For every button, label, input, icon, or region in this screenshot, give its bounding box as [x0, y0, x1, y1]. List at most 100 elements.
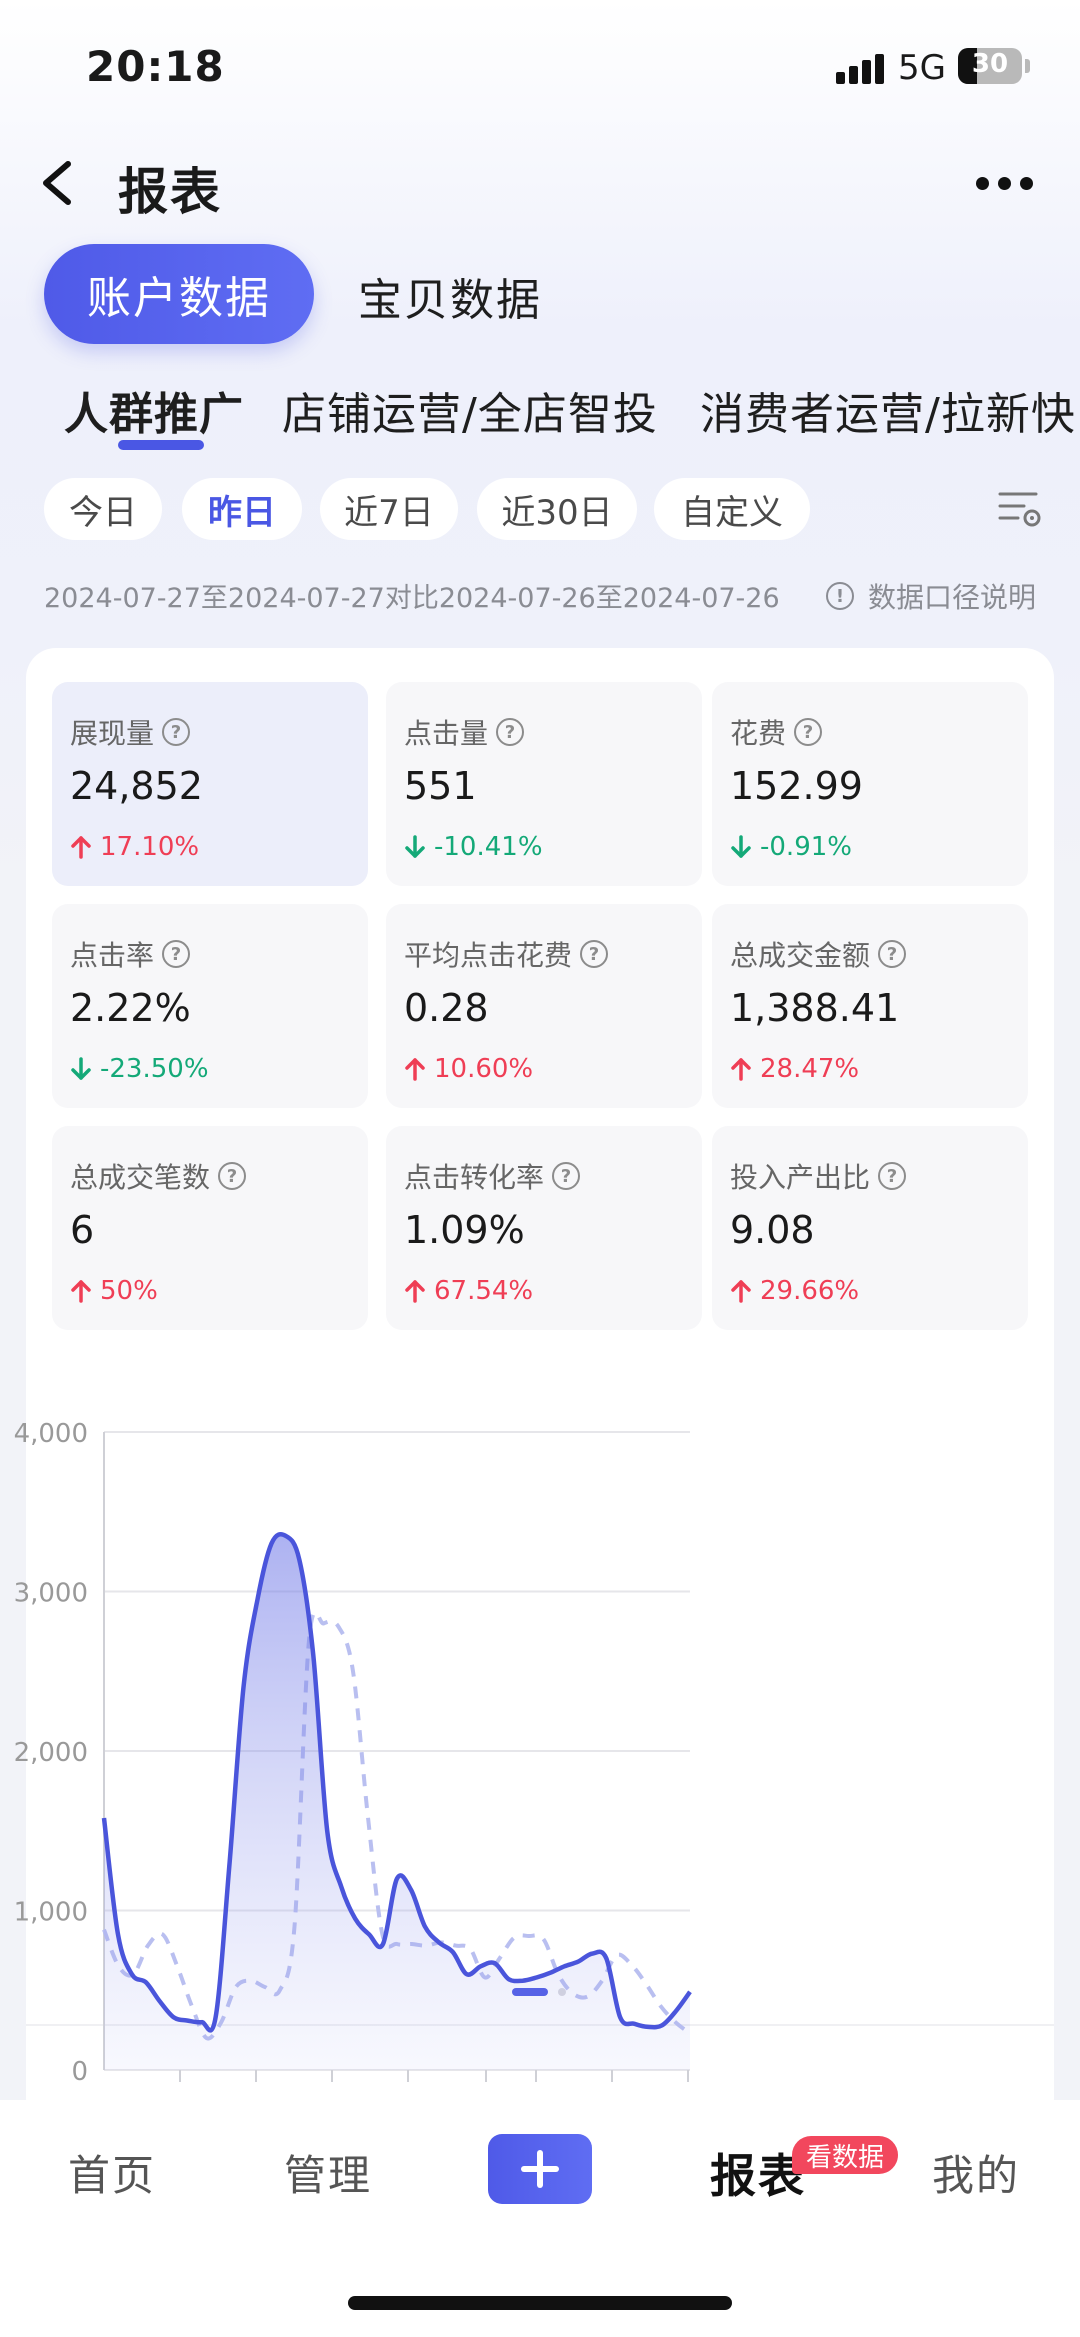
metric-label: 投入产出比?: [730, 1156, 907, 1196]
metric-tile[interactable]: 平均点击花费? 0.28 10.60%: [386, 904, 702, 1108]
chip-yesterday[interactable]: 昨日: [182, 478, 302, 540]
metric-label-text: 平均点击花费: [404, 939, 573, 972]
subnav-store-operation[interactable]: 店铺运营/全店智投: [282, 378, 658, 442]
metric-tile[interactable]: 总成交笔数? 6 50%: [52, 1126, 368, 1330]
trend-chart: 4,000 3,000 2,000 1,000 0: [14, 1419, 692, 2087]
data-definition-label: 数据口径说明: [868, 581, 1037, 614]
tab-account-data[interactable]: 账户数据: [44, 244, 314, 344]
help-icon[interactable]: ?: [552, 1162, 581, 1190]
info-icon: !: [826, 582, 854, 610]
date-range-text: 2024-07-27至2024-07-27对比2024-07-26至2024-0…: [44, 583, 780, 614]
metric-label: 花费?: [730, 712, 823, 752]
metric-label-text: 投入产出比: [730, 1161, 871, 1194]
help-icon[interactable]: ?: [878, 1162, 907, 1190]
metric-label: 平均点击花费?: [404, 934, 609, 974]
metric-delta: 67.54%: [404, 1276, 533, 1306]
metric-value: 1,388.41: [730, 986, 900, 1030]
battery-nub: [1025, 59, 1030, 73]
arrow-up-icon: [71, 1280, 91, 1303]
y-tick-label: 2,000: [14, 1738, 88, 1768]
arrow-up-icon: [731, 1280, 751, 1303]
metric-delta-text: 17.10%: [100, 832, 200, 862]
metric-value: 2.22%: [70, 986, 191, 1030]
help-icon[interactable]: ?: [580, 940, 609, 968]
metric-tile[interactable]: 点击量? 551 -10.41%: [386, 682, 702, 886]
metric-delta: -0.91%: [730, 832, 852, 862]
metric-tile[interactable]: 花费? 152.99 -0.91%: [712, 682, 1028, 886]
metric-delta: 29.66%: [730, 1276, 859, 1306]
metric-label: 展现量?: [70, 712, 191, 752]
metric-label: 点击转化率?: [404, 1156, 581, 1196]
help-icon[interactable]: ?: [878, 940, 907, 968]
metric-value: 24,852: [70, 764, 203, 808]
tab-home[interactable]: 首页: [68, 2142, 156, 2203]
metric-delta: 28.47%: [730, 1054, 859, 1084]
metric-tile[interactable]: 总成交金额? 1,388.41 28.47%: [712, 904, 1028, 1108]
metric-label: 点击量?: [404, 712, 525, 752]
metric-delta-text: -0.91%: [760, 832, 852, 862]
status-time: 20:18: [86, 42, 225, 91]
metric-value: 6: [70, 1208, 95, 1252]
metric-delta: 10.60%: [404, 1054, 533, 1084]
metric-label: 点击率?: [70, 934, 191, 974]
y-tick-label: 3,000: [14, 1579, 88, 1609]
metric-label-text: 总成交笔数: [70, 1161, 211, 1194]
help-icon[interactable]: ?: [162, 718, 191, 746]
status-bar: 20:18 5G 30: [0, 0, 1080, 135]
battery-icon: 30: [958, 48, 1022, 84]
metric-label-text: 花费: [730, 717, 787, 750]
tab-mine[interactable]: 我的: [932, 2142, 1020, 2203]
y-tick-label: 4,000: [14, 1419, 88, 1449]
help-icon[interactable]: ?: [794, 718, 823, 746]
battery-percent: 30: [971, 49, 1009, 79]
metric-delta: -10.41%: [404, 832, 543, 862]
subnav-crowd-promotion[interactable]: 人群推广: [64, 378, 244, 442]
more-options-icon[interactable]: [976, 172, 1036, 194]
report-page: 20:18 5G 30 报表 账户数据 宝贝数据 人群推广 店铺运营/全店智投 …: [0, 0, 1080, 2337]
back-arrow-icon[interactable]: [38, 160, 78, 206]
metric-delta: 17.10%: [70, 832, 199, 862]
y-tick-label: 1,000: [14, 1898, 88, 1928]
metric-value: 551: [404, 764, 477, 808]
metric-label: 总成交笔数?: [70, 1156, 247, 1196]
arrow-down-icon: [71, 1057, 91, 1080]
metric-tile[interactable]: 展现量? 24,852 17.10%: [52, 682, 368, 886]
metric-label: 总成交金额?: [730, 934, 907, 974]
metric-value: 1.09%: [404, 1208, 525, 1252]
subnav-consumer-operation[interactable]: 消费者运营/拉新快: [700, 378, 1076, 442]
arrow-up-icon: [405, 1058, 425, 1081]
metric-tile[interactable]: 点击率? 2.22% -23.50%: [52, 904, 368, 1108]
metric-label-text: 展现量: [70, 717, 155, 750]
plus-icon: [521, 2150, 559, 2188]
help-icon[interactable]: ?: [162, 940, 191, 968]
help-icon[interactable]: ?: [218, 1162, 247, 1190]
chip-last-7-days[interactable]: 近7日: [320, 478, 458, 540]
series-area-current: [104, 1534, 690, 2070]
metric-delta: 50%: [70, 1276, 158, 1306]
arrow-down-icon: [405, 835, 425, 858]
metric-tile[interactable]: 点击转化率? 1.09% 67.54%: [386, 1126, 702, 1330]
metric-delta-text: 67.54%: [434, 1276, 534, 1306]
data-definition-link[interactable]: ! 数据口径说明: [826, 576, 1036, 616]
help-icon[interactable]: ?: [496, 718, 525, 746]
chip-last-30-days[interactable]: 近30日: [477, 478, 637, 540]
metric-delta: -23.50%: [70, 1054, 209, 1084]
tab-manage[interactable]: 管理: [284, 2142, 372, 2203]
page-title: 报表: [118, 163, 222, 221]
arrow-up-icon: [71, 836, 91, 859]
metric-label-text: 点击转化率: [404, 1161, 545, 1194]
metric-label-text: 点击量: [404, 717, 489, 750]
filter-settings-icon[interactable]: [998, 486, 1042, 530]
create-button[interactable]: [488, 2134, 592, 2204]
subnav-active-indicator: [118, 440, 204, 450]
arrow-down-icon: [731, 835, 751, 858]
metric-value: 152.99: [730, 764, 863, 808]
tab-item-data[interactable]: 宝贝数据: [358, 264, 542, 328]
network-label: 5G: [898, 48, 946, 88]
metric-label-text: 点击率: [70, 939, 155, 972]
metric-tile[interactable]: 投入产出比? 9.08 29.66%: [712, 1126, 1028, 1330]
chip-custom[interactable]: 自定义: [654, 478, 810, 540]
arrow-up-icon: [731, 1058, 751, 1081]
chip-today[interactable]: 今日: [44, 478, 162, 540]
metric-delta-text: -23.50%: [100, 1054, 209, 1084]
